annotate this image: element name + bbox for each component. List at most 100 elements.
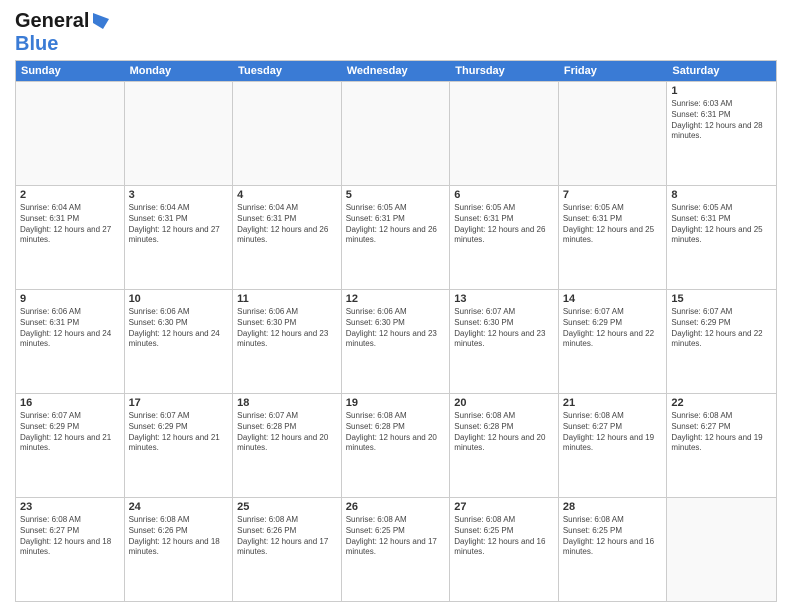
day-number-28: 28 — [563, 501, 663, 513]
empty-cell-0-5 — [559, 82, 668, 185]
day-info-1: Sunrise: 6:03 AMSunset: 6:31 PMDaylight:… — [671, 99, 772, 142]
day-number-17: 17 — [129, 397, 229, 409]
empty-cell-0-0 — [16, 82, 125, 185]
day-cell-20: 20Sunrise: 6:08 AMSunset: 6:28 PMDayligh… — [450, 394, 559, 497]
header-thursday: Thursday — [450, 61, 559, 81]
day-cell-24: 24 Sunrise: 6:08 AMSunset: 6:26 PMDayligh… — [125, 498, 234, 601]
day-cell-12: 12 Sunrise: 6:06 AMSunset: 6:30 PMDayligh… — [342, 290, 451, 393]
day-info-9: Sunrise: 6:06 AMSunset: 6:31 PMDaylight:… — [20, 307, 120, 350]
header-saturday: Saturday — [667, 61, 776, 81]
day-cell-28: 28 Sunrise: 6:08 AMSunset: 6:25 PMDayligh… — [559, 498, 668, 601]
day-number-18: 18 — [237, 397, 337, 409]
day-info-7: Sunrise: 6:05 AMSunset: 6:31 PMDaylight:… — [563, 203, 663, 246]
day-info-25: Sunrise: 6:08 AMSunset: 6:26 PMDaylight:… — [237, 515, 337, 558]
day-info-27: Sunrise: 6:08 AMSunset: 6:25 PMDaylight:… — [454, 515, 554, 558]
day-number-25: 25 — [237, 501, 337, 513]
empty-cell-0-2 — [233, 82, 342, 185]
day-number-19: 19 — [346, 397, 446, 409]
week-row-4: 23 Sunrise: 6:08 AMSunset: 6:27 PMDayligh… — [16, 497, 776, 601]
day-cell-1: 1 Sunrise: 6:03 AMSunset: 6:31 PMDaylight… — [667, 82, 776, 185]
day-info-15: Sunrise: 6:07 AMSunset: 6:29 PMDaylight:… — [671, 307, 772, 350]
day-number-13: 13 — [454, 293, 554, 305]
day-info-3: Sunrise: 6:04 AMSunset: 6:31 PMDaylight:… — [129, 203, 229, 246]
day-info-14: Sunrise: 6:07 AMSunset: 6:29 PMDaylight:… — [563, 307, 663, 350]
day-cell-8: 8 Sunrise: 6:05 AMSunset: 6:31 PMDaylight… — [667, 186, 776, 289]
day-cell-14: 14 Sunrise: 6:07 AMSunset: 6:29 PMDayligh… — [559, 290, 668, 393]
day-cell-11: 11 Sunrise: 6:06 AMSunset: 6:30 PMDayligh… — [233, 290, 342, 393]
empty-cell-0-1 — [125, 82, 234, 185]
day-number-23: 23 — [20, 501, 120, 513]
header-sunday: Sunday — [16, 61, 125, 81]
day-cell-16: 16Sunrise: 6:07 AMSunset: 6:29 PMDayligh… — [16, 394, 125, 497]
week-row-2: 9 Sunrise: 6:06 AMSunset: 6:31 PMDaylight… — [16, 289, 776, 393]
day-number-10: 10 — [129, 293, 229, 305]
day-number-26: 26 — [346, 501, 446, 513]
day-cell-6: 6 Sunrise: 6:05 AMSunset: 6:31 PMDaylight… — [450, 186, 559, 289]
day-number-8: 8 — [671, 189, 772, 201]
calendar-body: 1 Sunrise: 6:03 AMSunset: 6:31 PMDaylight… — [16, 81, 776, 601]
empty-cell-4-6 — [667, 498, 776, 601]
day-number-14: 14 — [563, 293, 663, 305]
header: General Blue — [15, 10, 777, 56]
day-number-24: 24 — [129, 501, 229, 513]
week-row-3: 16Sunrise: 6:07 AMSunset: 6:29 PMDayligh… — [16, 393, 776, 497]
day-number-9: 9 — [20, 293, 120, 305]
day-info-24: Sunrise: 6:08 AMSunset: 6:26 PMDaylight:… — [129, 515, 229, 558]
day-info-22: Sunrise: 6:08 AMSunset: 6:27 PMDaylight:… — [671, 411, 772, 454]
day-info-21: Sunrise: 6:08 AMSunset: 6:27 PMDaylight:… — [563, 411, 663, 454]
day-info-20: Sunrise: 6:08 AMSunset: 6:28 PMDaylight:… — [454, 411, 554, 454]
day-cell-9: 9 Sunrise: 6:06 AMSunset: 6:31 PMDaylight… — [16, 290, 125, 393]
day-info-6: Sunrise: 6:05 AMSunset: 6:31 PMDaylight:… — [454, 203, 554, 246]
day-number-1: 1 — [671, 85, 772, 97]
day-number-6: 6 — [454, 189, 554, 201]
day-number-2: 2 — [20, 189, 120, 201]
day-number-11: 11 — [237, 293, 337, 305]
day-info-8: Sunrise: 6:05 AMSunset: 6:31 PMDaylight:… — [671, 203, 772, 246]
day-cell-22: 22 Sunrise: 6:08 AMSunset: 6:27 PMDayligh… — [667, 394, 776, 497]
day-number-4: 4 — [237, 189, 337, 201]
day-cell-17: 17Sunrise: 6:07 AMSunset: 6:29 PMDayligh… — [125, 394, 234, 497]
day-number-7: 7 — [563, 189, 663, 201]
header-friday: Friday — [559, 61, 668, 81]
logo-icon — [91, 11, 111, 31]
day-cell-5: 5 Sunrise: 6:05 AMSunset: 6:31 PMDaylight… — [342, 186, 451, 289]
day-number-22: 22 — [671, 397, 772, 409]
day-number-5: 5 — [346, 189, 446, 201]
day-info-4: Sunrise: 6:04 AMSunset: 6:31 PMDaylight:… — [237, 203, 337, 246]
empty-cell-0-4 — [450, 82, 559, 185]
header-wednesday: Wednesday — [342, 61, 451, 81]
day-info-2: Sunrise: 6:04 AMSunset: 6:31 PMDaylight:… — [20, 203, 120, 246]
day-cell-19: 19 Sunrise: 6:08 AMSunset: 6:28 PMDayligh… — [342, 394, 451, 497]
day-cell-4: 4 Sunrise: 6:04 AMSunset: 6:31 PMDaylight… — [233, 186, 342, 289]
day-cell-23: 23 Sunrise: 6:08 AMSunset: 6:27 PMDayligh… — [16, 498, 125, 601]
day-info-10: Sunrise: 6:06 AMSunset: 6:30 PMDaylight:… — [129, 307, 229, 350]
day-cell-15: 15 Sunrise: 6:07 AMSunset: 6:29 PMDayligh… — [667, 290, 776, 393]
day-cell-18: 18 Sunrise: 6:07 AMSunset: 6:28 PMDayligh… — [233, 394, 342, 497]
day-info-11: Sunrise: 6:06 AMSunset: 6:30 PMDaylight:… — [237, 307, 337, 350]
header-monday: Monday — [125, 61, 234, 81]
week-row-1: 2 Sunrise: 6:04 AMSunset: 6:31 PMDaylight… — [16, 185, 776, 289]
day-number-16: 16 — [20, 397, 120, 409]
day-cell-26: 26 Sunrise: 6:08 AMSunset: 6:25 PMDayligh… — [342, 498, 451, 601]
day-number-15: 15 — [671, 293, 772, 305]
day-info-12: Sunrise: 6:06 AMSunset: 6:30 PMDaylight:… — [346, 307, 446, 350]
day-cell-27: 27Sunrise: 6:08 AMSunset: 6:25 PMDayligh… — [450, 498, 559, 601]
day-cell-2: 2 Sunrise: 6:04 AMSunset: 6:31 PMDaylight… — [16, 186, 125, 289]
empty-cell-0-3 — [342, 82, 451, 185]
day-info-26: Sunrise: 6:08 AMSunset: 6:25 PMDaylight:… — [346, 515, 446, 558]
day-info-13: Sunrise: 6:07 AMSunset: 6:30 PMDaylight:… — [454, 307, 554, 350]
day-info-5: Sunrise: 6:05 AMSunset: 6:31 PMDaylight:… — [346, 203, 446, 246]
day-cell-13: 13 Sunrise: 6:07 AMSunset: 6:30 PMDayligh… — [450, 290, 559, 393]
calendar-header: Sunday Monday Tuesday Wednesday Thursday… — [16, 61, 776, 81]
day-info-18: Sunrise: 6:07 AMSunset: 6:28 PMDaylight:… — [237, 411, 337, 454]
day-info-19: Sunrise: 6:08 AMSunset: 6:28 PMDaylight:… — [346, 411, 446, 454]
logo: General Blue — [15, 10, 111, 56]
day-number-12: 12 — [346, 293, 446, 305]
day-cell-21: 21 Sunrise: 6:08 AMSunset: 6:27 PMDayligh… — [559, 394, 668, 497]
calendar: Sunday Monday Tuesday Wednesday Thursday… — [15, 60, 777, 602]
header-tuesday: Tuesday — [233, 61, 342, 81]
week-row-0: 1 Sunrise: 6:03 AMSunset: 6:31 PMDaylight… — [16, 81, 776, 185]
day-info-23: Sunrise: 6:08 AMSunset: 6:27 PMDaylight:… — [20, 515, 120, 558]
day-info-28: Sunrise: 6:08 AMSunset: 6:25 PMDaylight:… — [563, 515, 663, 558]
day-number-21: 21 — [563, 397, 663, 409]
